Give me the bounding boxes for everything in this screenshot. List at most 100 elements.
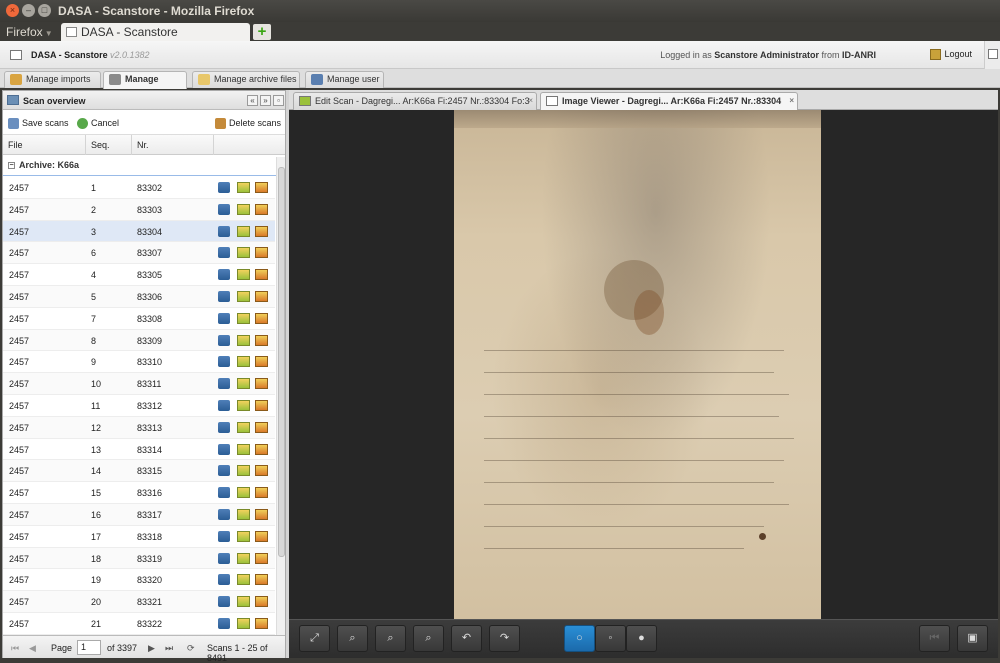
window-close-button[interactable]: × <box>6 4 19 17</box>
tab-manage-archive-files[interactable]: Manage archive files <box>192 71 300 88</box>
first-page-button[interactable]: ⏮ <box>11 643 19 654</box>
table-row[interactable]: 2457 11 83312 <box>3 395 275 417</box>
tab-manage-imports[interactable]: Manage imports <box>4 71 101 88</box>
view-scan-icon[interactable] <box>218 487 230 499</box>
table-row[interactable]: 2457 19 83320 <box>3 569 275 592</box>
view-scan-icon[interactable] <box>218 617 230 629</box>
table-row[interactable]: 2457 14 83315 <box>3 460 275 483</box>
page-input[interactable]: 1 <box>77 640 101 655</box>
table-row[interactable]: 2457 15 83316 <box>3 482 275 504</box>
archive-scan-icon[interactable] <box>255 203 268 215</box>
window-maximize-button[interactable]: □ <box>38 4 51 17</box>
fit-icon[interactable]: ⤢ <box>299 625 330 652</box>
first-image-button[interactable]: ⏮ <box>919 625 950 652</box>
archive-scan-icon[interactable] <box>255 269 268 281</box>
table-row[interactable]: 2457 17 83318 <box>3 526 275 548</box>
view-scan-icon[interactable] <box>218 378 230 390</box>
mode-button-3[interactable]: ● <box>626 625 657 652</box>
column-header-file[interactable]: File <box>3 135 86 155</box>
edit-scan-icon[interactable] <box>237 312 250 324</box>
edit-scan-icon[interactable] <box>237 269 250 281</box>
sidebar-toggle[interactable] <box>984 41 1000 69</box>
view-scan-icon[interactable] <box>218 356 230 368</box>
mode-button-2[interactable]: ◦ <box>595 625 626 652</box>
archive-scan-icon[interactable] <box>255 182 268 193</box>
table-row[interactable]: 2457 18 83319 <box>3 547 275 570</box>
archive-scan-icon[interactable] <box>255 596 268 608</box>
group-header[interactable]: − Archive: K66a <box>3 155 285 176</box>
table-row[interactable]: 2457 2 83303 <box>3 198 275 221</box>
firefox-menu-button[interactable]: Firefox ▼ <box>6 25 53 39</box>
edit-scan-icon[interactable] <box>237 399 250 411</box>
edit-scan-icon[interactable] <box>237 487 250 499</box>
edit-scan-icon[interactable] <box>237 443 250 455</box>
archive-scan-icon[interactable] <box>255 552 268 564</box>
edit-scan-icon[interactable] <box>237 574 250 586</box>
archive-scan-icon[interactable] <box>255 399 268 411</box>
table-row[interactable]: 2457 4 83305 <box>3 264 275 286</box>
delete-scans-button[interactable]: Delete scans <box>215 118 281 130</box>
next-page-button[interactable]: ▶ <box>148 643 155 654</box>
table-row[interactable]: 2457 5 83306 <box>3 285 275 308</box>
view-scan-icon[interactable] <box>218 530 230 542</box>
view-scan-icon[interactable] <box>218 312 230 324</box>
view-scan-icon[interactable] <box>218 225 230 237</box>
tab-edit-scan[interactable]: Edit Scan - Dagregi... Ar:K66a Fi:2457 N… <box>293 92 537 110</box>
archive-scan-icon[interactable] <box>255 617 268 629</box>
view-scan-icon[interactable] <box>218 399 230 411</box>
new-tab-button[interactable]: + <box>253 24 271 40</box>
zoom-in-icon[interactable]: ⌕ <box>337 625 368 652</box>
column-header-nr[interactable]: Nr. <box>132 135 214 155</box>
view-scan-icon[interactable] <box>218 508 230 520</box>
vertical-scrollbar[interactable] <box>276 157 285 635</box>
table-row[interactable]: 2457 10 83311 <box>3 373 275 395</box>
archive-scan-icon[interactable] <box>255 574 268 586</box>
maximize-button[interactable]: ▫ <box>273 95 284 106</box>
cancel-button[interactable]: Cancel <box>77 118 119 130</box>
edit-scan-icon[interactable] <box>237 378 250 390</box>
tab-manage-user[interactable]: Manage user <box>305 71 384 88</box>
edit-scan-icon[interactable] <box>237 552 250 564</box>
mode-button-1[interactable]: ○ <box>564 625 595 652</box>
window-minimize-button[interactable]: – <box>22 4 35 17</box>
table-row[interactable]: 2457 8 83309 <box>3 329 275 352</box>
archive-scan-icon[interactable] <box>255 487 268 499</box>
rotate-left-icon[interactable]: ↶ <box>451 625 482 652</box>
close-icon[interactable]: × <box>528 93 533 109</box>
view-scan-icon[interactable] <box>218 290 230 302</box>
expand-right-button[interactable]: » <box>260 95 271 106</box>
archive-scan-icon[interactable] <box>255 290 268 302</box>
view-scan-icon[interactable] <box>218 334 230 346</box>
archive-scan-icon[interactable] <box>255 225 268 237</box>
edit-scan-icon[interactable] <box>237 203 250 215</box>
archive-scan-icon[interactable] <box>255 465 268 477</box>
view-scan-icon[interactable] <box>218 247 230 259</box>
edit-scan-icon[interactable] <box>237 225 250 237</box>
prev-page-button[interactable]: ◀ <box>29 643 36 654</box>
edit-scan-icon[interactable] <box>237 356 250 368</box>
archive-scan-icon[interactable] <box>255 334 268 346</box>
collapse-left-button[interactable]: « <box>247 95 258 106</box>
table-row[interactable]: 2457 13 83314 <box>3 439 275 461</box>
image-viewer[interactable] <box>289 110 998 619</box>
column-header-seq[interactable]: Seq. <box>86 135 132 155</box>
table-row[interactable]: 2457 6 83307 <box>3 242 275 265</box>
archive-scan-icon[interactable] <box>255 378 268 390</box>
edit-scan-icon[interactable] <box>237 421 250 433</box>
view-scan-icon[interactable] <box>218 596 230 608</box>
edit-scan-icon[interactable] <box>237 247 250 259</box>
table-row[interactable]: 2457 20 83321 <box>3 591 275 613</box>
tab-image-viewer[interactable]: Image Viewer - Dagregi... Ar:K66a Fi:245… <box>540 92 798 122</box>
image-button[interactable]: ▣ <box>957 625 988 652</box>
archive-scan-icon[interactable] <box>255 312 268 324</box>
edit-scan-icon[interactable] <box>237 508 250 520</box>
table-row[interactable]: 2457 16 83317 <box>3 503 275 526</box>
logout-button[interactable]: Logout <box>930 49 972 61</box>
close-icon[interactable]: × <box>789 93 794 109</box>
rotate-right-icon[interactable]: ↷ <box>489 625 520 652</box>
table-row[interactable]: 2457 1 83302 <box>3 177 275 199</box>
refresh-button[interactable]: ⟳ <box>187 643 195 654</box>
last-page-button[interactable]: ⏭ <box>165 643 173 654</box>
edit-scan-icon[interactable] <box>237 334 250 346</box>
view-scan-icon[interactable] <box>218 552 230 564</box>
